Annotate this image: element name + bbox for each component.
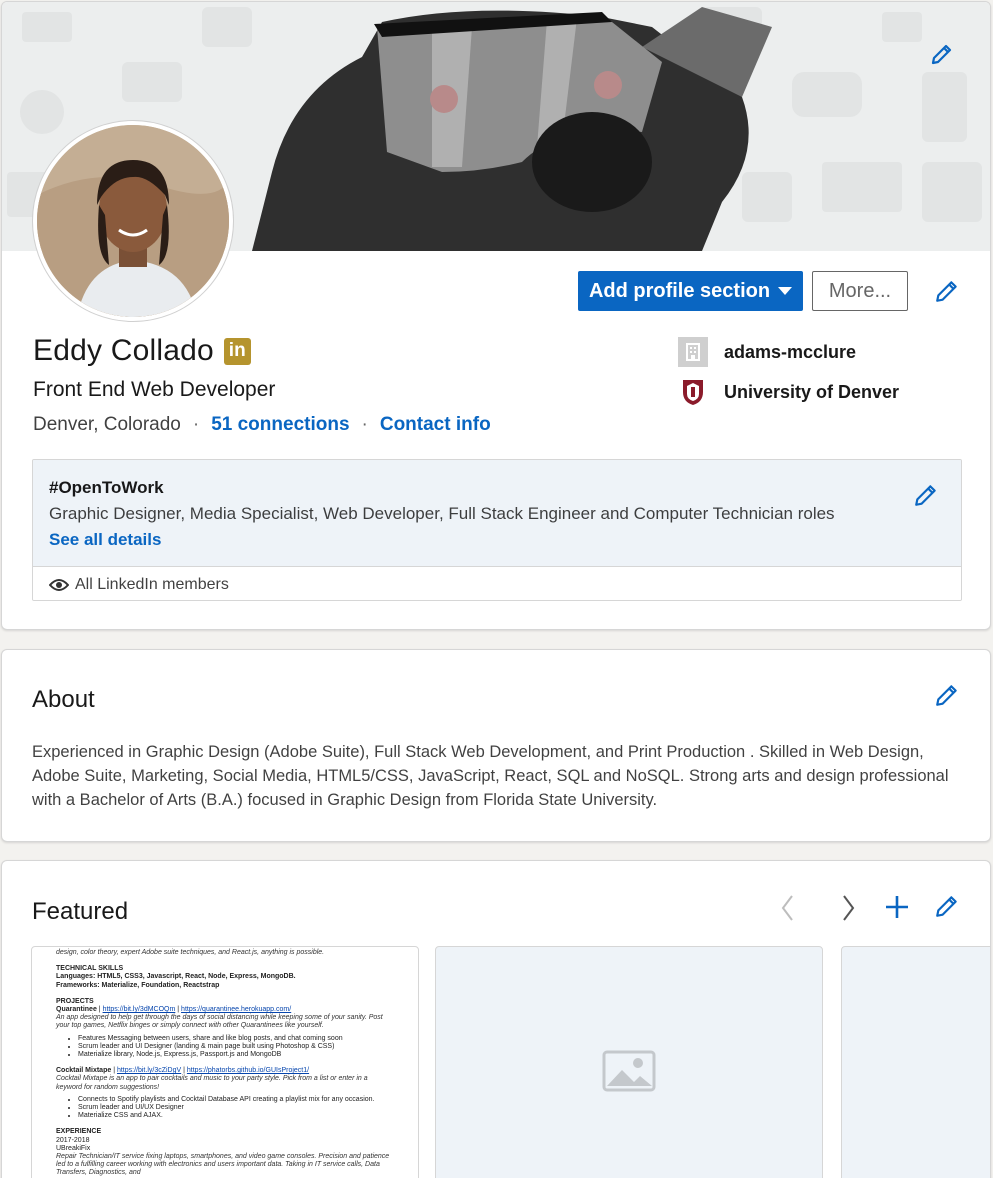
avatar-photo <box>37 125 229 317</box>
open-to-work-visibility: All LinkedIn members <box>33 566 961 600</box>
contact-info-link[interactable]: Contact info <box>380 414 491 436</box>
resume-projects-heading: PROJECTS <box>56 997 94 1005</box>
add-profile-section-button[interactable]: Add profile section <box>578 271 803 311</box>
about-card: About Experienced in Graphic Design (Ado… <box>1 649 991 842</box>
company-name: adams-mcclure <box>724 341 857 362</box>
connections-link[interactable]: 51 connections <box>211 414 349 436</box>
profile-location-row: Denver, Colorado · 51 connections · Cont… <box>33 414 491 436</box>
about-text: Experienced in Graphic Design (Adobe Sui… <box>32 743 949 809</box>
profile-headline: Front End Web Developer <box>33 378 276 401</box>
resume-project-1-bullets: Features Messaging between users, share … <box>78 1035 394 1060</box>
resume-languages: Languages: HTML5, CSS3, Javascript, Reac… <box>56 973 296 981</box>
add-profile-section-label: Add profile section <box>588 279 771 302</box>
edit-banner-pencil-icon[interactable] <box>930 42 954 66</box>
linkedin-badge-icon: in <box>223 337 251 365</box>
resume-exp-company: UBreakiFix <box>56 1144 91 1152</box>
featured-title: Featured <box>32 898 129 925</box>
featured-media-card[interactable] <box>841 946 990 1178</box>
education-item[interactable]: University of Denver <box>678 376 899 408</box>
resume-exp-desc: Repair Technician/IT service fixing lapt… <box>56 1153 390 1177</box>
resume-exp-years: 2017-2018 <box>56 1136 90 1144</box>
edit-featured-pencil-icon[interactable] <box>934 893 960 919</box>
profile-name: Eddy Collado <box>33 334 214 367</box>
list-item: Scrum leader and UI/UX Designer <box>78 1104 394 1112</box>
building-icon <box>678 337 708 367</box>
university-shield-icon <box>678 377 708 407</box>
open-to-work-box[interactable]: #OpenToWork Graphic Designer, Media Spec… <box>32 459 962 601</box>
profile-top-card: Add profile section More... Eddy Collado… <box>1 1 991 630</box>
list-item: Features Messaging between users, share … <box>78 1035 394 1043</box>
see-all-details-link[interactable]: See all details <box>49 530 945 550</box>
resume-skills-heading: TECHNICAL SKILLS <box>56 965 124 973</box>
more-button[interactable]: More... <box>812 271 908 311</box>
resume-project-2-bullets: Connects to Spotify playlists and Cockta… <box>78 1096 394 1121</box>
featured-media-card[interactable] <box>435 946 823 1178</box>
open-to-work-content: #OpenToWork Graphic Designer, Media Spec… <box>33 460 961 566</box>
resume-project-2-desc: Cocktail Mixtape is an app to pair cockt… <box>56 1075 368 1091</box>
experience-education-summary: adams-mcclure University of Denver <box>678 336 899 416</box>
add-featured-plus-icon[interactable] <box>884 894 910 920</box>
separator-dot: · <box>192 414 200 435</box>
resume-project-1-title: Quarantinee | https://bit.ly/3dMCOQm | h… <box>56 1006 292 1014</box>
resume-experience-heading: EXPERIENCE <box>56 1128 102 1136</box>
eye-icon <box>49 578 69 591</box>
chevron-right-icon[interactable] <box>838 893 858 923</box>
image-placeholder-icon <box>602 1050 656 1092</box>
resume-project-2-title: Cocktail Mixtape | https://bit.ly/3cZiDg… <box>56 1067 310 1075</box>
separator-dot: · <box>361 414 368 435</box>
chevron-left-icon[interactable] <box>778 893 798 923</box>
caret-down-icon <box>778 287 793 295</box>
current-company-item[interactable]: adams-mcclure <box>678 336 899 368</box>
edit-open-to-work-pencil-icon[interactable] <box>913 482 939 508</box>
resume-frameworks: Frameworks: Materialize, Foundation, Rea… <box>56 981 220 989</box>
edit-about-pencil-icon[interactable] <box>934 682 960 708</box>
featured-card: Featured design, color theory, expert Ad… <box>1 860 991 1178</box>
featured-resume-card[interactable]: design, color theory, expert Adobe suite… <box>31 946 419 1178</box>
list-item: Materialize CSS and AJAX. <box>78 1112 394 1120</box>
profile-avatar[interactable] <box>33 121 233 321</box>
open-to-work-title: #OpenToWork <box>49 478 164 497</box>
profile-name-row: Eddy Collado in <box>33 334 251 368</box>
resume-intro: design, color theory, expert Adobe suite… <box>56 949 325 956</box>
list-item: Scrum leader and UI Designer (landing & … <box>78 1043 394 1051</box>
edit-intro-pencil-icon[interactable] <box>934 278 960 304</box>
about-title: About <box>32 686 95 713</box>
resume-project-1-desc: An app designed to help get through the … <box>56 1014 383 1030</box>
list-item: Materialize library, Node.js, Express.js… <box>78 1051 394 1059</box>
open-to-work-roles: Graphic Designer, Media Specialist, Web … <box>49 504 835 523</box>
visibility-label: All LinkedIn members <box>75 575 229 593</box>
profile-location: Denver, Colorado <box>33 414 181 435</box>
school-name: University of Denver <box>724 381 900 402</box>
list-item: Connects to Spotify playlists and Cockta… <box>78 1096 394 1104</box>
